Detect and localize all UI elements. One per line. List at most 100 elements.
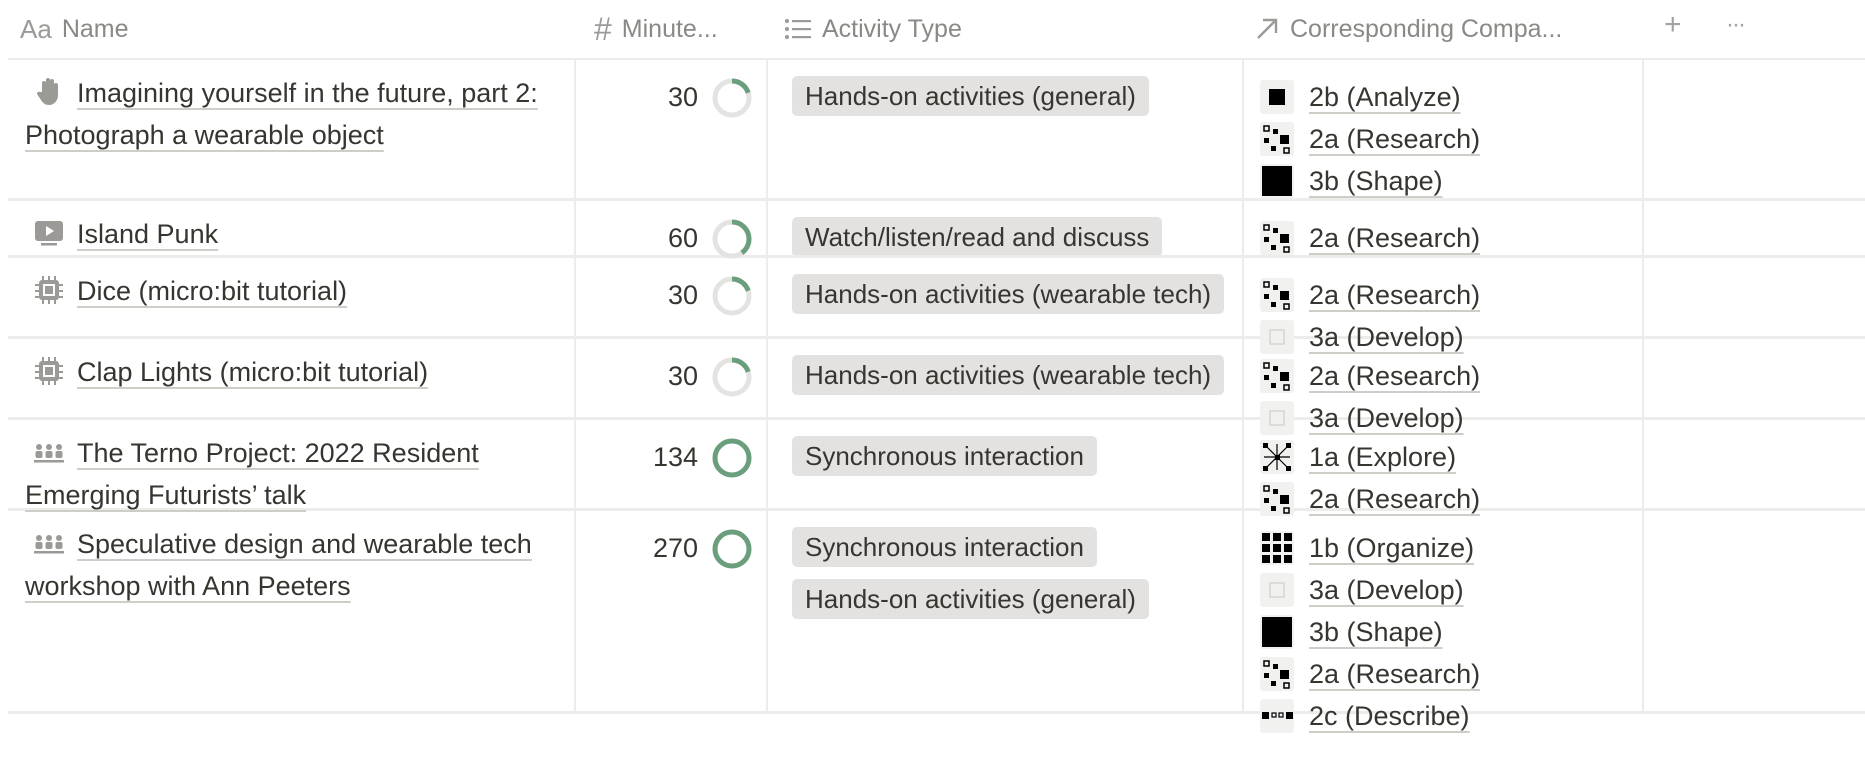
cell-competencies[interactable]: 2a (Research) 3a (Develop) [1244, 339, 1644, 435]
progress-ring [710, 274, 754, 318]
activity-type-tag[interactable]: Watch/listen/read and discuss [792, 217, 1163, 255]
cell-competencies[interactable]: 1a (Explore) 2a (Research) [1244, 420, 1644, 516]
competency-label: 2a (Research) [1309, 279, 1481, 310]
column-header-competencies[interactable]: Corresponding Compa... [1254, 0, 1634, 58]
activity-type-tag[interactable]: Hands-on activities (wearable tech) [792, 274, 1225, 314]
cell-minutes[interactable]: 30 [576, 258, 768, 336]
competency-label: 2b (Analyze) [1309, 81, 1461, 112]
database-table: Aa Name # Minute... Activity Type Corres… [8, 0, 1865, 733]
research-icon [1260, 278, 1294, 312]
activity-type-tag[interactable]: Hands-on activities (general) [792, 579, 1149, 619]
competency-label: 2c (Describe) [1309, 700, 1470, 731]
column-header-minutes[interactable]: # Minute... [594, 0, 764, 58]
row-title[interactable]: Dice (micro:bit tutorial) [77, 276, 347, 306]
row-title[interactable]: Island Punk [77, 219, 218, 249]
progress-ring [710, 355, 754, 399]
more-options-button[interactable]: ··· [1726, 0, 1746, 50]
cell-minutes[interactable]: 30 [576, 60, 768, 198]
competency-link[interactable]: 2b (Analyze) [1260, 76, 1480, 118]
people-icon [33, 528, 65, 558]
cell-name[interactable]: Imagining yourself in the future, part 2… [8, 60, 576, 198]
row-title[interactable]: Clap Lights (micro:bit tutorial) [77, 357, 428, 387]
cell-competencies[interactable]: 1b (Organize) 3a (Develop) 3b (Shape) 2a (R… [1244, 511, 1644, 733]
competency-link[interactable]: 2c (Describe) [1260, 695, 1480, 737]
cell-name[interactable]: Speculative design and wearable tech wor… [8, 511, 576, 711]
cell-name[interactable]: Dice (micro:bit tutorial) [8, 258, 576, 336]
cell-minutes[interactable]: 30 [576, 339, 768, 417]
progress-ring [710, 436, 754, 480]
row-title[interactable]: Imagining yourself in the future, part 2… [25, 78, 538, 150]
row-title[interactable]: The Terno Project: 2022 Resident Emergin… [25, 438, 479, 510]
column-header-name[interactable]: Aa Name [20, 0, 560, 58]
cell-minutes[interactable]: 270 [576, 511, 768, 711]
competency-label: 2a (Research) [1309, 123, 1481, 154]
competency-link[interactable]: 1a (Explore) [1260, 436, 1480, 478]
analyze-icon [1260, 80, 1294, 114]
cell-competencies[interactable]: 2b (Analyze) 2a (Research) 3b (Shape) [1244, 60, 1644, 198]
cell-activity-type[interactable]: Synchronous interaction [768, 420, 1244, 508]
competency-label: 3b (Shape) [1309, 616, 1443, 647]
competency-label: 2a (Research) [1309, 222, 1481, 253]
chip-icon [33, 275, 65, 305]
table-row[interactable]: The Terno Project: 2022 Resident Emergin… [8, 420, 1865, 516]
column-header-label: Activity Type [822, 14, 962, 43]
hand-icon [33, 77, 65, 107]
research-icon [1260, 221, 1294, 255]
activity-type-tag[interactable]: Synchronous interaction [792, 436, 1097, 476]
cell-name[interactable]: Island Punk [8, 201, 576, 255]
competency-label: 1b (Organize) [1309, 532, 1475, 563]
add-property-button[interactable]: + [1664, 0, 1682, 50]
competency-link[interactable]: 2a (Research) [1260, 355, 1480, 397]
table-row[interactable]: Island Punk 60 Watch/listen/read and discu… [8, 201, 1865, 259]
activity-type-tag[interactable]: Hands-on activities (wearable tech) [792, 355, 1225, 395]
competency-label: 2a (Research) [1309, 360, 1481, 391]
relation-arrow-icon [1254, 16, 1280, 42]
table-row[interactable]: Imagining yourself in the future, part 2… [8, 60, 1865, 201]
shape-icon [1260, 164, 1294, 198]
cell-minutes[interactable]: 134 [576, 420, 768, 508]
minutes-value: 270 [652, 533, 698, 563]
cell-activity-type[interactable]: Synchronous interaction Hands-on activiti… [768, 511, 1244, 711]
competency-link[interactable]: 2a (Research) [1260, 118, 1480, 160]
progress-ring [710, 76, 754, 120]
develop-icon [1260, 573, 1294, 607]
cell-minutes[interactable]: 60 [576, 201, 768, 259]
table-row[interactable]: Clap Lights (micro:bit tutorial) 30 Hands-… [8, 339, 1865, 435]
activity-type-tag[interactable]: Synchronous interaction [792, 527, 1097, 567]
minutes-value: 60 [667, 223, 698, 253]
video-icon [33, 218, 65, 248]
competency-link[interactable]: 3a (Develop) [1260, 569, 1480, 611]
competency-link[interactable]: 2a (Research) [1260, 217, 1480, 259]
cell-name[interactable]: The Terno Project: 2022 Resident Emergin… [8, 420, 576, 510]
cell-activity-type[interactable]: Hands-on activities (general) [768, 60, 1244, 198]
activity-type-tag[interactable]: Hands-on activities (general) [792, 76, 1149, 116]
table-row[interactable]: Dice (micro:bit tutorial) 30 Hands-on acti… [8, 258, 1865, 354]
competency-link[interactable]: 3b (Shape) [1260, 611, 1480, 653]
cell-name[interactable]: Clap Lights (micro:bit tutorial) [8, 339, 576, 417]
cell-activity-type[interactable]: Hands-on activities (wearable tech) [768, 258, 1244, 336]
progress-ring [710, 527, 754, 571]
table-header: Aa Name # Minute... Activity Type Corres… [8, 0, 1865, 60]
research-icon [1260, 122, 1294, 156]
competency-link[interactable]: 2a (Research) [1260, 653, 1480, 695]
people-icon [33, 437, 65, 467]
column-header-label: Corresponding Compa... [1290, 14, 1563, 43]
research-icon [1260, 359, 1294, 393]
text-type-icon: Aa [20, 13, 52, 44]
cell-competencies[interactable]: 2a (Research) 3a (Develop) [1244, 258, 1644, 354]
competency-link[interactable]: 3b (Shape) [1260, 160, 1480, 202]
cell-activity-type[interactable]: Hands-on activities (wearable tech) [768, 339, 1244, 417]
competency-link[interactable]: 2a (Research) [1260, 274, 1480, 316]
competency-label: 3b (Shape) [1309, 165, 1443, 196]
table-row[interactable]: Speculative design and wearable tech wor… [8, 511, 1865, 733]
ellipsis-icon: ··· [1726, 11, 1746, 38]
list-icon [784, 17, 812, 41]
cell-activity-type[interactable]: Watch/listen/read and discuss [768, 201, 1244, 255]
column-header-activity-type[interactable]: Activity Type [784, 0, 1224, 58]
competency-link[interactable]: 1b (Organize) [1260, 527, 1480, 569]
minutes-value: 30 [667, 361, 698, 391]
plus-icon: + [1664, 8, 1682, 41]
cell-competencies[interactable]: 2a (Research) [1244, 201, 1644, 255]
organize-icon [1260, 531, 1294, 565]
row-title[interactable]: Speculative design and wearable tech wor… [25, 529, 532, 601]
